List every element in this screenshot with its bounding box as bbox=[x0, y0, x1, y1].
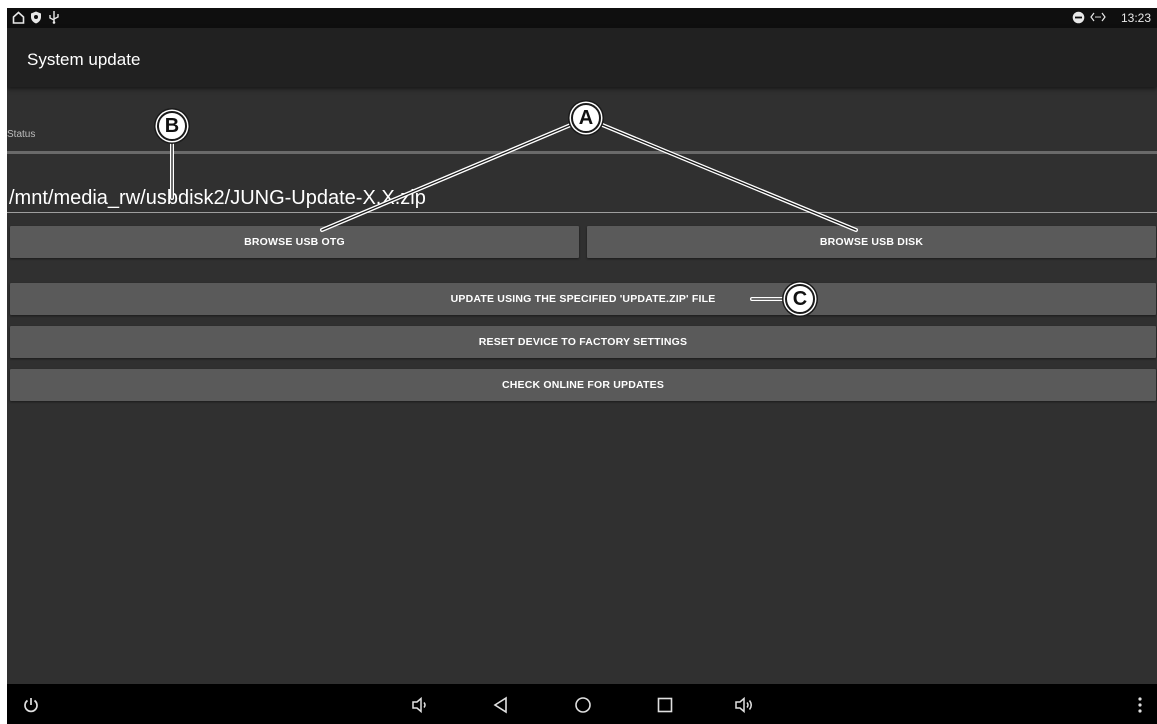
app-bar: System update bbox=[7, 28, 1157, 87]
volume-up-icon[interactable] bbox=[734, 694, 756, 716]
path-field-underline bbox=[7, 212, 1157, 213]
status-divider bbox=[7, 151, 1157, 154]
status-bar-clock: 13:23 bbox=[1120, 11, 1151, 25]
home-outline-icon bbox=[11, 10, 25, 24]
factory-reset-button[interactable]: RESET DEVICE TO FACTORY SETTINGS bbox=[10, 326, 1156, 358]
status-label: Status bbox=[7, 129, 36, 140]
usb-icon bbox=[47, 10, 61, 24]
recents-icon[interactable] bbox=[654, 694, 676, 716]
status-bar: 13:23 bbox=[7, 8, 1157, 28]
device-screen: 13:23 System update Status /mnt/media_rw… bbox=[7, 8, 1157, 724]
back-icon[interactable] bbox=[490, 694, 512, 716]
browse-usb-disk-button[interactable]: BROWSE USB DISK bbox=[587, 226, 1156, 258]
update-file-path-field[interactable]: /mnt/media_rw/usbdisk2/JUNG-Update-X.X.z… bbox=[9, 187, 426, 210]
update-from-zip-button[interactable]: UPDATE USING THE SPECIFIED 'UPDATE.ZIP' … bbox=[10, 283, 1156, 315]
volume-down-icon[interactable] bbox=[410, 694, 432, 716]
more-vert-icon[interactable] bbox=[1129, 694, 1151, 716]
page-title: System update bbox=[27, 50, 141, 69]
power-icon[interactable] bbox=[20, 694, 42, 716]
navigation-bar bbox=[7, 684, 1157, 724]
browse-usb-otg-button[interactable]: BROWSE USB OTG bbox=[10, 226, 579, 258]
check-online-updates-button[interactable]: CHECK ONLINE FOR UPDATES bbox=[10, 369, 1156, 401]
data-sync-icon bbox=[1089, 10, 1107, 24]
shield-icon bbox=[29, 10, 43, 24]
do-not-disturb-icon bbox=[1071, 10, 1085, 24]
home-icon[interactable] bbox=[572, 694, 594, 716]
